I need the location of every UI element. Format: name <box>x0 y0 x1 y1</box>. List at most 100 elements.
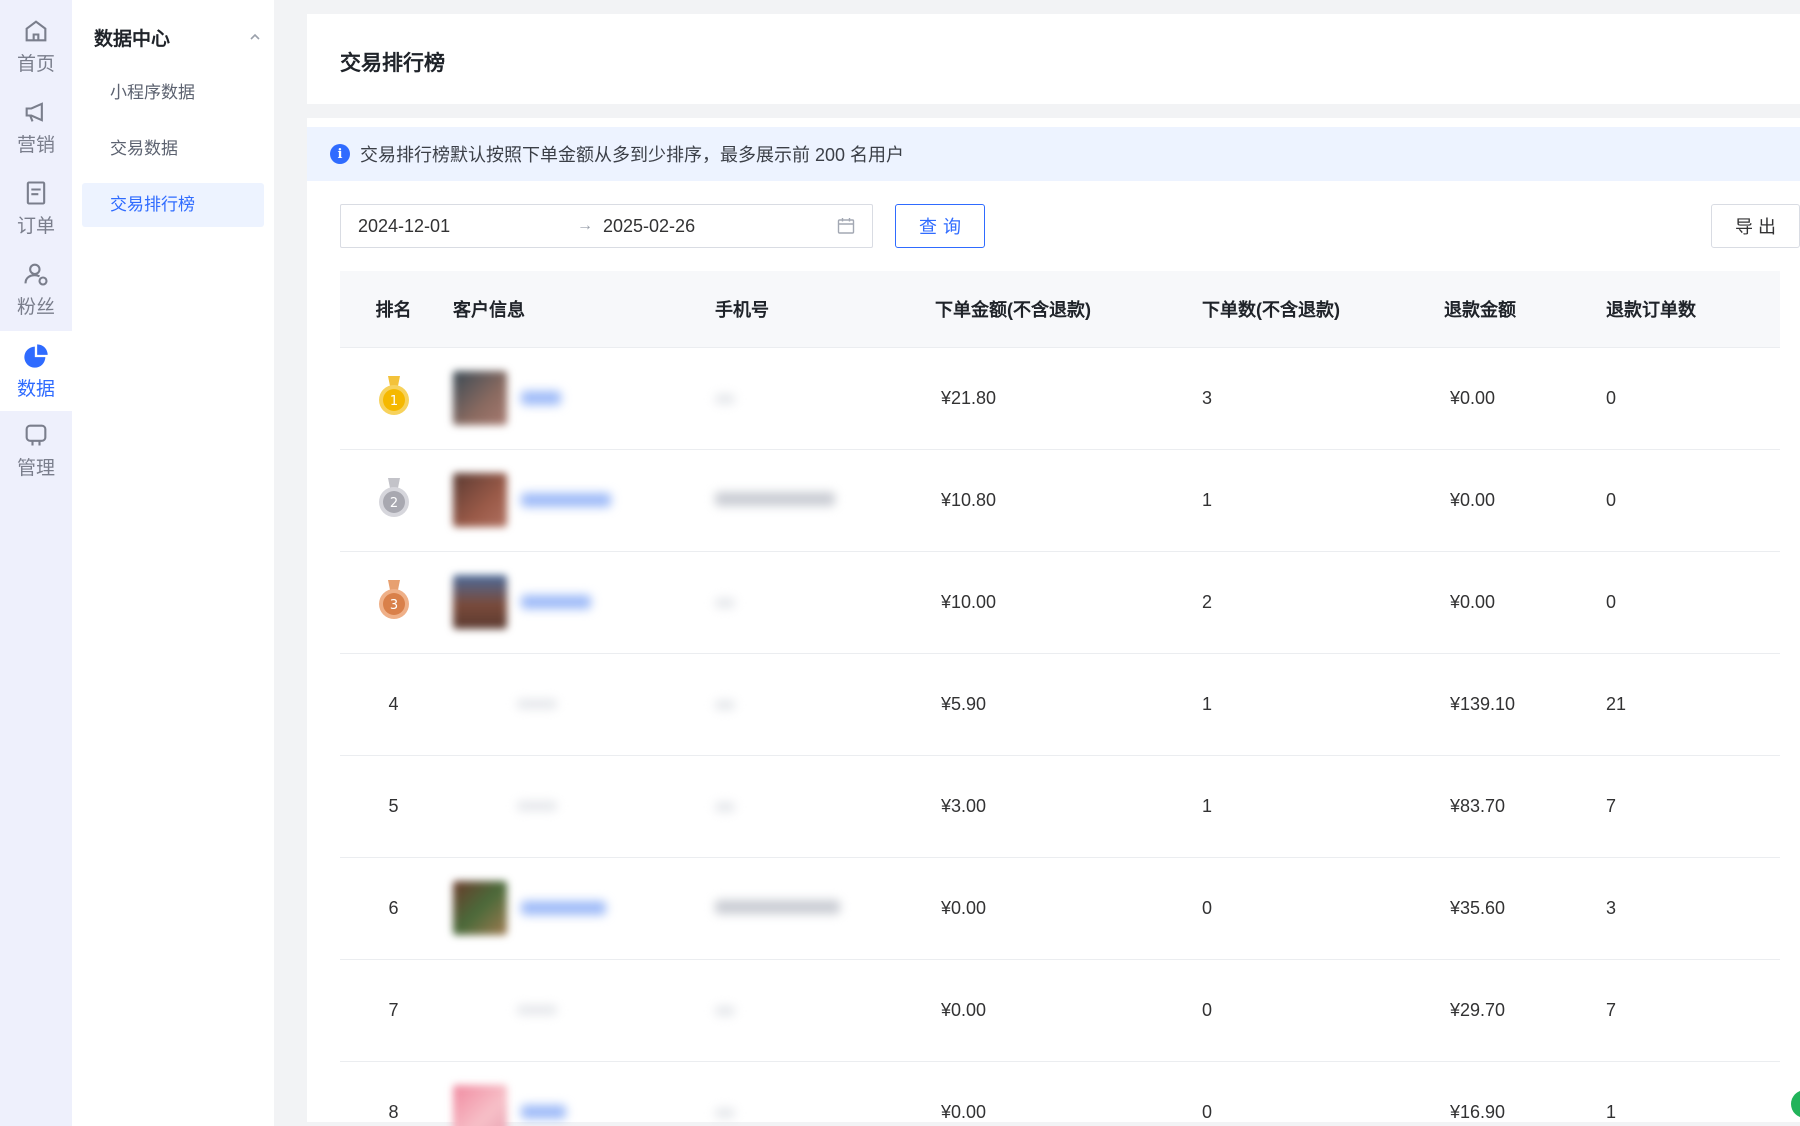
table-row: 3 ¥10.00 2 ¥0.00 0 <box>340 551 1780 654</box>
rail-item-home[interactable]: 首页 <box>0 10 72 82</box>
submenu-item-miniprogram-data[interactable]: 小程序数据 <box>82 71 264 115</box>
customer-cell[interactable] <box>447 347 715 450</box>
phone-cell <box>715 755 935 858</box>
svg-text:3: 3 <box>389 598 397 613</box>
info-icon: i <box>330 144 350 164</box>
refund-amount-cell: ¥0.00 <box>1444 551 1606 654</box>
rail-item-data[interactable]: 数据 <box>0 331 72 411</box>
customer-name-redacted <box>521 595 591 609</box>
date-to-input[interactable]: 2025-02-26 <box>603 216 695 237</box>
customer-name-redacted <box>521 1105 566 1119</box>
avatar <box>453 473 507 527</box>
order-count-cell: 1 <box>1202 653 1444 756</box>
refund-count-cell: 7 <box>1606 959 1780 1062</box>
table-row: 1 ¥21.80 3 ¥0.00 0 <box>340 347 1780 450</box>
chevron-up-icon <box>250 33 260 40</box>
refund-count-cell: 1 <box>1606 1061 1780 1126</box>
refund-count-cell: 7 <box>1606 755 1780 858</box>
phone-cell <box>715 857 935 960</box>
col-customer: 客户信息 <box>447 271 715 348</box>
table-row: 5 ¥3.00 1 ¥83.70 7 <box>340 755 1780 858</box>
table-header-row: 排名 客户信息 手机号 下单金额(不含退款) 下单数(不含退款) 退款金额 退款… <box>340 271 1780 348</box>
ranking-table: 排名 客户信息 手机号 下单金额(不含退款) 下单数(不含退款) 退款金额 退款… <box>340 271 1780 1126</box>
calendar-icon[interactable] <box>836 216 856 236</box>
customer-cell[interactable] <box>447 653 715 756</box>
customer-cell[interactable] <box>447 857 715 960</box>
amount-cell: ¥3.00 <box>935 755 1202 858</box>
avatar <box>453 371 507 425</box>
main-content: 交易排行榜 i 交易排行榜默认按照下单金额从多到少排序，最多展示前 200 名用… <box>307 14 1800 1126</box>
info-notice: i 交易排行榜默认按照下单金额从多到少排序，最多展示前 200 名用户 <box>307 127 1800 181</box>
customer-cell[interactable] <box>447 1061 715 1126</box>
submenu-item-trade-ranking[interactable]: 交易排行榜 <box>82 183 264 227</box>
customer-name-redacted <box>517 801 557 811</box>
order-count-cell: 3 <box>1202 347 1444 450</box>
col-order-amount: 下单金额(不含退款) <box>935 271 1202 348</box>
order-count-cell: 1 <box>1202 755 1444 858</box>
refund-amount-cell: ¥139.10 <box>1444 653 1606 756</box>
col-rank: 排名 <box>340 271 447 348</box>
megaphone-icon <box>25 101 43 122</box>
table-row: 2 ¥10.80 1 ¥0.00 0 <box>340 449 1780 552</box>
pie-chart-icon <box>24 343 48 368</box>
phone-cell <box>715 347 935 450</box>
rail-item-manage[interactable]: 管理 <box>0 414 72 486</box>
refund-count-cell: 21 <box>1606 653 1780 756</box>
submenu-title: 数据中心 <box>94 28 171 50</box>
rail-label: 营销 <box>16 134 55 156</box>
refund-amount-cell: ¥16.90 <box>1444 1061 1606 1126</box>
data-center-submenu: 数据中心 小程序数据 交易数据 交易排行榜 <box>72 0 274 1126</box>
section-divider <box>307 104 1800 118</box>
rank-cell: 8 <box>340 1061 447 1126</box>
submenu-group-header[interactable]: 数据中心 <box>94 22 262 52</box>
phone-cell <box>715 1061 935 1126</box>
rail-label: 数据 <box>16 378 55 400</box>
rank-cell: 2 <box>340 449 447 552</box>
amount-cell: ¥10.00 <box>935 551 1202 654</box>
refund-amount-cell: ¥83.70 <box>1444 755 1606 858</box>
shop-icon <box>25 424 47 445</box>
customer-cell[interactable] <box>447 959 715 1062</box>
avatar <box>453 881 507 935</box>
customer-cell[interactable] <box>447 449 715 552</box>
date-from-input[interactable]: 2024-12-01 <box>358 216 450 237</box>
order-count-cell: 2 <box>1202 551 1444 654</box>
rank-cell: 1 <box>340 347 447 450</box>
rank-cell: 3 <box>340 551 447 654</box>
table-row: 4 ¥5.90 1 ¥139.10 21 <box>340 653 1780 756</box>
refund-amount-cell: ¥0.00 <box>1444 449 1606 552</box>
rank-cell: 5 <box>340 755 447 858</box>
col-order-count: 下单数(不含退款) <box>1202 271 1444 348</box>
customer-name-redacted <box>517 1005 557 1015</box>
col-refund-count: 退款订单数 <box>1606 271 1780 348</box>
rail-item-orders[interactable]: 订单 <box>0 172 72 244</box>
fans-icon <box>24 263 48 286</box>
refund-amount-cell: ¥29.70 <box>1444 959 1606 1062</box>
date-range-picker[interactable]: 2024-12-01 → 2025-02-26 <box>340 204 873 248</box>
avatar <box>453 985 503 1035</box>
rail-item-fans[interactable]: 粉丝 <box>0 253 72 325</box>
amount-cell: ¥0.00 <box>935 959 1202 1062</box>
rank-cell: 4 <box>340 653 447 756</box>
order-count-cell: 0 <box>1202 857 1444 960</box>
order-icon <box>26 180 46 205</box>
order-count-cell: 0 <box>1202 959 1444 1062</box>
table-row: 8 ¥0.00 0 ¥16.90 1 <box>340 1061 1780 1126</box>
customer-cell[interactable] <box>447 551 715 654</box>
submenu-item-trade-data[interactable]: 交易数据 <box>82 127 264 171</box>
customer-cell[interactable] <box>447 755 715 858</box>
query-button[interactable]: 查询 <box>895 204 985 248</box>
page-title: 交易排行榜 <box>340 52 445 75</box>
notice-text: 交易排行榜默认按照下单金额从多到少排序，最多展示前 200 名用户 <box>360 145 905 165</box>
customer-name-redacted <box>521 901 606 915</box>
export-button[interactable]: 导出 <box>1711 204 1800 248</box>
rail-item-marketing[interactable]: 营销 <box>0 91 72 163</box>
rail-label: 管理 <box>16 457 55 479</box>
avatar <box>453 781 503 831</box>
amount-cell: ¥21.80 <box>935 347 1202 450</box>
amount-cell: ¥10.80 <box>935 449 1202 552</box>
icon-rail: 首页 营销 订单 粉丝 数据 管理 <box>0 0 72 1126</box>
avatar <box>453 575 507 629</box>
customer-name-redacted <box>517 699 557 709</box>
order-count-cell: 0 <box>1202 1061 1444 1126</box>
